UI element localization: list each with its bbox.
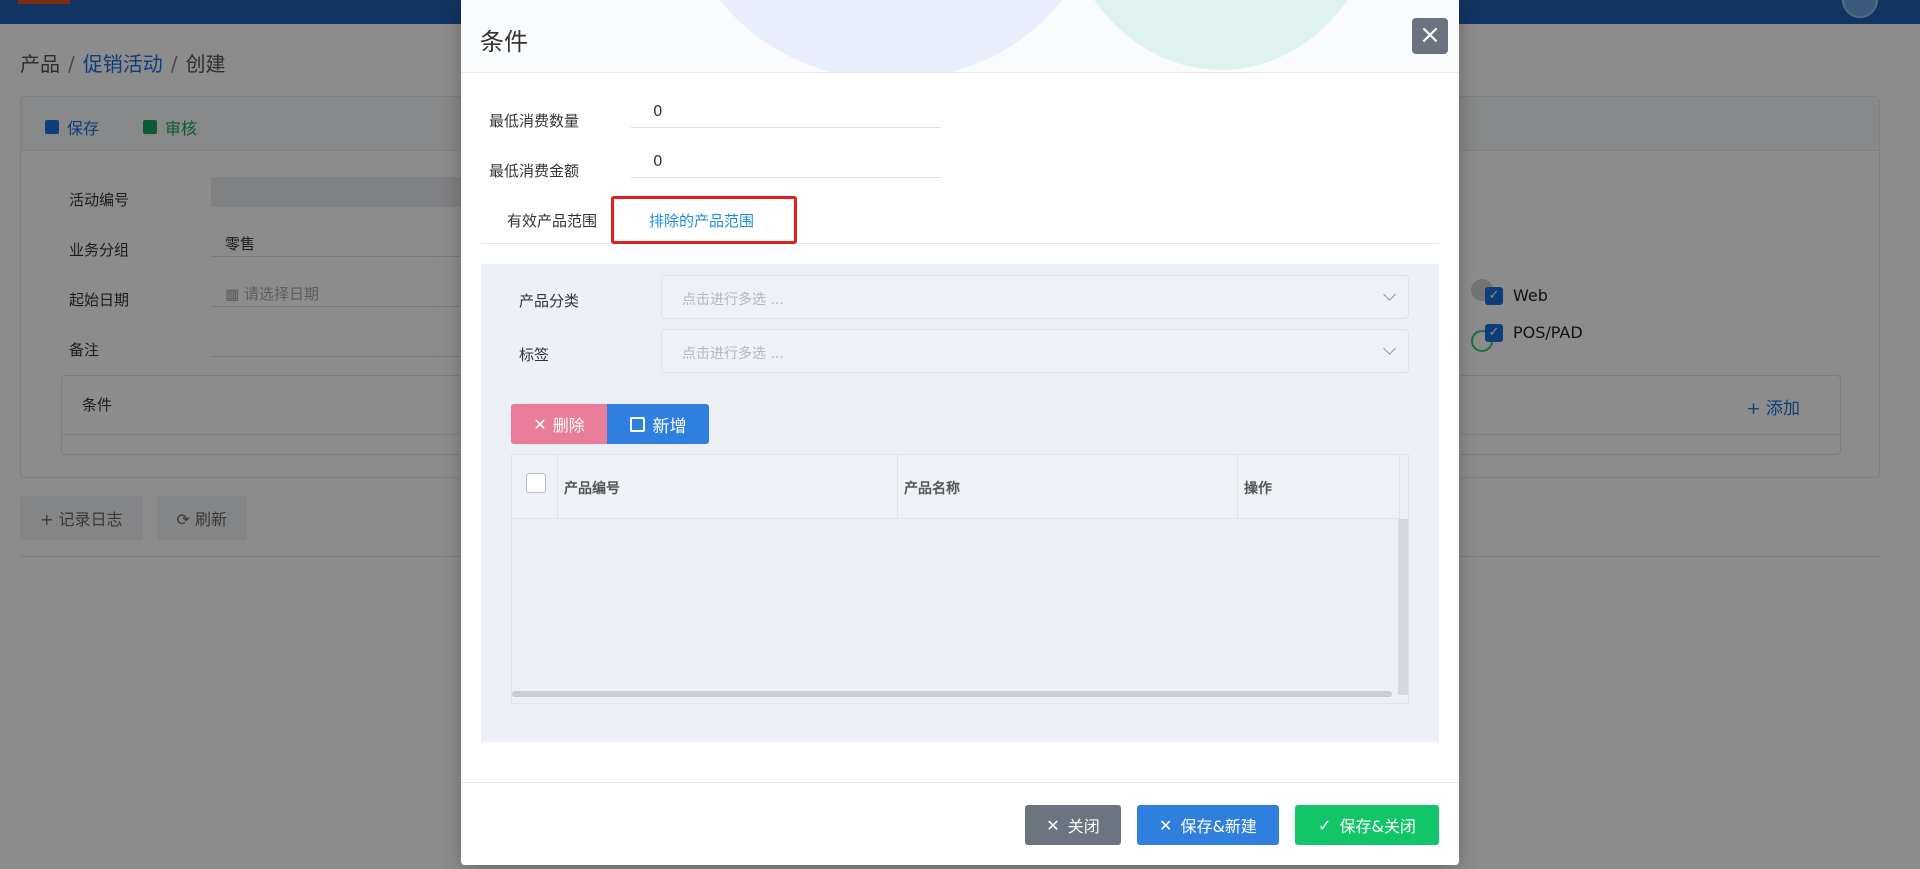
save-and-close-button[interactable]: ✓ 保存&关闭	[1295, 805, 1439, 845]
tag-placeholder: 点击进行多选 ...	[682, 346, 784, 362]
tab-valid-products[interactable]: 有效产品范围	[507, 210, 597, 231]
tab-highlight-box	[611, 196, 797, 244]
delete-button[interactable]: ✕ 删除	[511, 404, 607, 444]
condition-modal: 条件 × 最低消费数量 0 最低消费金额 0 有效产品范围 排除的产品范围 产品…	[461, 0, 1459, 865]
close-label: 关闭	[1067, 817, 1100, 836]
chevron-down-icon	[1383, 342, 1396, 355]
modal-header: 条件 ×	[461, 0, 1459, 73]
header-decoration	[1061, 0, 1381, 70]
save-and-close-label: 保存&关闭	[1339, 817, 1416, 836]
column-header-product-no[interactable]: 产品编号	[558, 455, 898, 519]
category-placeholder: 点击进行多选 ...	[682, 292, 784, 308]
min-amount-input[interactable]: 0	[631, 146, 941, 178]
check-icon: ✓	[1318, 815, 1332, 835]
close-icon[interactable]: ×	[1412, 18, 1448, 54]
save-and-new-button[interactable]: ✕ 保存&新建	[1137, 805, 1279, 845]
tag-label: 标签	[519, 346, 550, 364]
add-product-button[interactable]: 新增	[607, 404, 709, 444]
modal-title: 条件	[480, 28, 528, 56]
close-button[interactable]: ✕ 关闭	[1025, 805, 1121, 845]
select-all-checkbox[interactable]	[526, 473, 546, 493]
chevron-down-icon	[1383, 288, 1396, 301]
column-header-actions: 操作	[1238, 455, 1400, 519]
horizontal-scrollbar[interactable]	[512, 691, 1392, 697]
x-icon: ✕	[1159, 815, 1173, 835]
excluded-products-panel: 产品分类 点击进行多选 ... 标签 点击进行多选 ... ✕ 删除 新增 产品…	[481, 264, 1439, 742]
x-icon: ✕	[533, 414, 547, 434]
column-header-product-name[interactable]: 产品名称	[898, 455, 1238, 519]
add-product-label: 新增	[652, 416, 687, 437]
select-all-cell	[512, 455, 558, 519]
product-table: 产品编号 产品名称 操作	[511, 454, 1409, 704]
category-label: 产品分类	[519, 292, 580, 310]
vertical-scrollbar[interactable]	[1398, 519, 1408, 695]
table-header: 产品编号 产品名称 操作	[512, 455, 1400, 519]
header-decoration	[681, 0, 1101, 72]
min-qty-label: 最低消费数量	[489, 112, 580, 130]
edit-icon	[629, 416, 645, 432]
min-amount-label: 最低消费金额	[489, 162, 580, 180]
delete-label: 删除	[552, 416, 585, 435]
save-and-new-label: 保存&新建	[1180, 817, 1257, 836]
category-multiselect[interactable]: 点击进行多选 ...	[661, 275, 1409, 319]
min-qty-input[interactable]: 0	[631, 96, 941, 128]
tag-multiselect[interactable]: 点击进行多选 ...	[661, 329, 1409, 373]
x-icon: ✕	[1046, 815, 1060, 835]
modal-footer: ✕ 关闭 ✕ 保存&新建 ✓ 保存&关闭	[461, 782, 1459, 865]
